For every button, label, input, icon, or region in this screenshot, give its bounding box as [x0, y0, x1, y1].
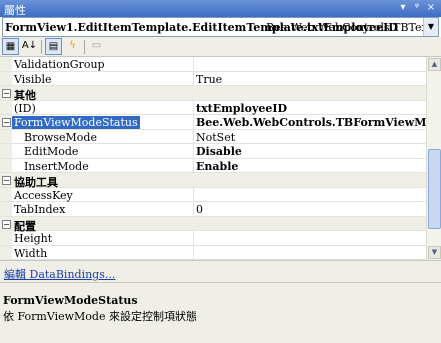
object-selector[interactable]: FormView1.EditItemTemplate.EditItemTempl… [2, 17, 439, 37]
categorized-icon[interactable]: ▦ [2, 38, 19, 55]
description-title: FormViewModeStatus [3, 294, 138, 307]
property-value[interactable]: Bee.Web.WebControls.TBFormViewModeStatus [196, 116, 426, 129]
collapse-icon[interactable]: − [2, 118, 11, 127]
property-name: ValidationGroup [14, 58, 105, 71]
property-row-width[interactable]: Width [0, 245, 426, 260]
property-name: EditMode [24, 145, 79, 158]
property-row-formviewmodestatus[interactable]: − FormViewModeStatus Bee.Web.WebControls… [0, 115, 426, 130]
events-icon[interactable]: ϟ [64, 38, 81, 55]
alphabetical-sort-icon[interactable]: A↓ [21, 38, 38, 55]
category-row-accessibility[interactable]: − 協助工具 [0, 173, 426, 189]
property-row-validationgroup[interactable]: ValidationGroup [0, 57, 426, 72]
pin-icon[interactable]: ᵠ [410, 1, 424, 15]
vertical-scrollbar[interactable]: ▲ ▼ [426, 57, 441, 260]
property-row-browsemode[interactable]: BrowseMode NotSet [0, 129, 426, 144]
property-row-height[interactable]: Height [0, 231, 426, 246]
object-type: Bee.Web.WebControls.TBTextBo [266, 21, 439, 34]
property-pages-icon[interactable]: ▭ [88, 38, 105, 55]
window-position-icon[interactable]: ▾ [396, 1, 410, 15]
property-toolbar: ▦ A↓ ▤ ϟ ▭ [0, 37, 441, 57]
property-value[interactable]: Disable [196, 145, 242, 158]
collapse-icon[interactable]: − [2, 89, 11, 98]
property-value[interactable]: Enable [196, 160, 238, 173]
property-value[interactable]: 0 [196, 203, 203, 216]
scroll-up-icon[interactable]: ▲ [428, 58, 441, 71]
property-row-insertmode[interactable]: InsertMode Enable [0, 158, 426, 173]
collapse-icon[interactable]: − [2, 176, 11, 185]
toolbar-separator [84, 40, 85, 54]
property-name: Width [14, 246, 48, 260]
edit-databindings-link[interactable]: 編輯 DataBindings... [4, 266, 115, 282]
property-value[interactable]: NotSet [196, 131, 235, 144]
panel-title: 屬性 [4, 4, 26, 17]
property-row-accesskey[interactable]: AccessKey [0, 187, 426, 202]
property-name: InsertMode [24, 159, 89, 173]
panel-titlebar: 屬性 ▾ ᵠ × [0, 0, 441, 17]
property-grid: ValidationGroup Visible True − 其他 (ID) t… [0, 57, 426, 260]
property-row-editmode[interactable]: EditMode Disable [0, 144, 426, 159]
commands-pane: 編輯 DataBindings... [0, 260, 441, 282]
property-row-visible[interactable]: Visible True [0, 71, 426, 86]
property-value[interactable]: txtEmployeeID [196, 102, 287, 115]
properties-icon[interactable]: ▤ [45, 38, 62, 55]
property-name: FormViewModeStatus [12, 116, 140, 129]
scroll-down-icon[interactable]: ▼ [428, 246, 441, 259]
property-name: AccessKey [14, 188, 73, 202]
property-row-tabindex[interactable]: TabIndex 0 [0, 202, 426, 217]
property-name: Height [14, 232, 53, 245]
property-name: TabIndex [14, 203, 66, 216]
category-row-other[interactable]: − 其他 [0, 86, 426, 102]
close-icon[interactable]: × [424, 1, 438, 15]
property-name: (ID) [14, 101, 36, 115]
chevron-down-icon[interactable]: ▼ [423, 18, 438, 36]
scrollbar-thumb[interactable] [428, 149, 441, 229]
property-name: BrowseMode [24, 130, 97, 144]
toolbar-separator [41, 40, 42, 54]
category-row-layout[interactable]: − 配置 [0, 216, 426, 233]
description-pane: FormViewModeStatus 依 FormViewMode 來設定控制項… [0, 282, 441, 343]
collapse-icon[interactable]: − [2, 219, 11, 229]
property-row-id[interactable]: (ID) txtEmployeeID [0, 100, 426, 115]
description-text: 依 FormViewMode 來設定控制項狀態 [3, 310, 197, 323]
property-name: Visible [14, 72, 52, 86]
property-value[interactable]: True [196, 73, 222, 86]
